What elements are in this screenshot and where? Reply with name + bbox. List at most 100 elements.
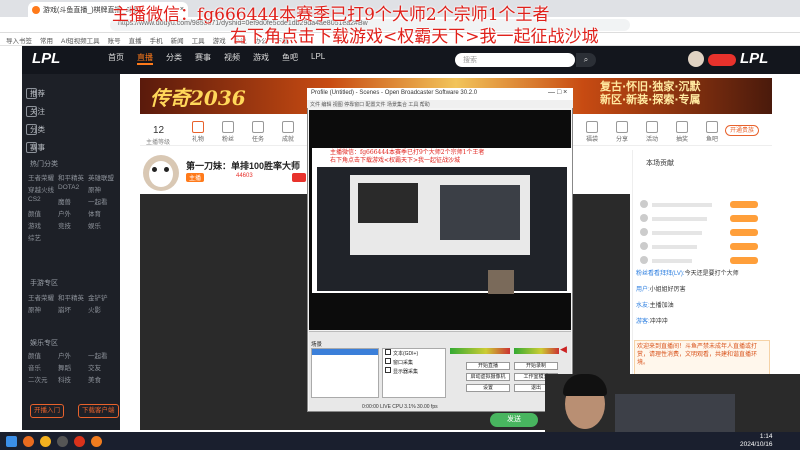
app-taskbar-icon[interactable] bbox=[91, 435, 102, 447]
sidebar-category-link[interactable]: 颜值 bbox=[28, 208, 41, 218]
sidebar-category-link[interactable]: 科技 bbox=[58, 374, 71, 384]
chat-username[interactable]: 游客: bbox=[636, 319, 650, 325]
sidebar-category-link[interactable]: 穿越火线 bbox=[28, 184, 54, 194]
douyu-taskbar-icon[interactable] bbox=[40, 435, 51, 447]
chat-username[interactable]: 水友: bbox=[636, 303, 650, 309]
chat-username[interactable]: 用户: bbox=[636, 287, 650, 293]
sidebar-category-link[interactable]: 颜值 bbox=[28, 350, 41, 360]
gift-item[interactable]: 活动 bbox=[640, 121, 664, 143]
obs-overlay-line-2: 右下角点击下载游戏<权霸天下>我一起征战沙城 bbox=[330, 157, 461, 164]
sidebar-category-link[interactable]: 王者荣耀 bbox=[28, 292, 54, 302]
webcam-overlay bbox=[545, 374, 800, 436]
sidebar-category-link[interactable]: 一起看 bbox=[88, 350, 108, 360]
sidebar-category-link[interactable]: DOTA2 bbox=[58, 184, 79, 191]
bookmark-item[interactable]: AI短视频工具 bbox=[61, 35, 100, 45]
nav-item[interactable]: 赛事 bbox=[195, 52, 211, 65]
sidebar-category-link[interactable]: 美食 bbox=[88, 374, 101, 384]
chat-username[interactable]: 粉丝看看拜拜(LV): bbox=[636, 271, 685, 277]
sidebar-category-link[interactable]: 崩坏 bbox=[58, 304, 71, 314]
bookmark-item[interactable]: 直播 bbox=[129, 35, 142, 45]
send-button[interactable]: 发送 bbox=[490, 413, 538, 427]
nav-item[interactable]: LPL bbox=[311, 52, 325, 65]
open-app-button[interactable] bbox=[708, 54, 736, 66]
bookmark-item[interactable]: 账号 bbox=[108, 35, 121, 45]
nav-item[interactable]: 视频 bbox=[224, 52, 240, 65]
streamer-avatar[interactable] bbox=[143, 155, 179, 191]
sidebar-category-link[interactable]: 综艺 bbox=[28, 232, 41, 242]
obs-menu[interactable]: 文件 编辑 视图 停靠窗口 配置文件 场景集合 工具 帮助 bbox=[307, 100, 573, 108]
sidebar-category-link[interactable]: 王者荣耀 bbox=[28, 172, 54, 182]
sidebar-category-link[interactable]: 交友 bbox=[88, 362, 101, 372]
gift-item[interactable]: 任务 bbox=[246, 121, 270, 143]
checkbox-icon[interactable] bbox=[385, 349, 391, 355]
download-client-button[interactable]: 下载客户端 bbox=[78, 404, 119, 418]
obs-source-item[interactable]: 窗口采集 bbox=[383, 358, 445, 367]
sidebar-category-link[interactable]: 舞蹈 bbox=[58, 362, 71, 372]
bookmark-item[interactable]: 导入书签 bbox=[6, 35, 32, 45]
sidebar-category-link[interactable]: 二次元 bbox=[28, 374, 48, 384]
gift-icon bbox=[252, 121, 264, 133]
sidebar-category-link[interactable]: 和平精英 bbox=[58, 172, 84, 182]
checkbox-icon[interactable] bbox=[385, 367, 391, 373]
sidebar-category-link[interactable]: 原神 bbox=[28, 304, 41, 314]
obs-taskbar-icon[interactable] bbox=[57, 435, 68, 447]
user-avatar[interactable] bbox=[688, 51, 704, 67]
obs-control-button[interactable]: 启动虚拟摄像机 bbox=[466, 373, 510, 381]
obs-audio-mixer[interactable]: ◀ bbox=[450, 344, 567, 356]
gift-item[interactable]: 成就 bbox=[276, 121, 300, 143]
nav-item[interactable]: 分类 bbox=[166, 52, 182, 65]
sidebar-category-link[interactable]: 一起看 bbox=[88, 196, 108, 206]
obs-control-button[interactable]: 开始录制 bbox=[514, 362, 558, 370]
sidebar-category-link[interactable]: 魔兽 bbox=[58, 196, 71, 206]
sidebar-category-link[interactable]: 音乐 bbox=[28, 362, 41, 372]
obs-source-item[interactable]: 文本(GDI+) bbox=[383, 349, 445, 358]
gift-item[interactable]: 抽奖 bbox=[670, 121, 694, 143]
sidebar-category-link[interactable]: CS2 bbox=[28, 196, 41, 203]
search-input[interactable]: 搜索 bbox=[455, 53, 575, 67]
open-noble-button[interactable]: 开通贵族 bbox=[725, 125, 760, 136]
bookmark-item[interactable]: 手机 bbox=[150, 35, 163, 45]
gift-item[interactable]: 福袋 bbox=[580, 121, 604, 143]
gift-item[interactable]: 鱼吧 bbox=[700, 121, 724, 143]
chat-text: 主播加油 bbox=[649, 303, 674, 309]
obs-sources-list[interactable]: 文本(GDI+) 窗口采集 显示器采集 bbox=[382, 348, 446, 398]
checkbox-icon[interactable] bbox=[385, 358, 391, 364]
obs-source-item[interactable]: 显示器采集 bbox=[383, 367, 445, 376]
nav-item[interactable]: 鱼吧 bbox=[282, 52, 298, 65]
sidebar-category-link[interactable]: 娱乐 bbox=[88, 220, 101, 230]
site-logo[interactable]: LPL bbox=[32, 50, 102, 70]
follow-button[interactable] bbox=[292, 173, 306, 182]
bookmark-item[interactable]: 常用 bbox=[40, 35, 53, 45]
obs-control-button[interactable]: 设置 bbox=[466, 384, 510, 392]
browser-taskbar-icon[interactable] bbox=[23, 435, 34, 447]
sidebar-category-link[interactable]: 英雄联盟 bbox=[88, 172, 114, 182]
sidebar-category-link[interactable]: 体育 bbox=[88, 208, 101, 218]
obs-scene-list[interactable] bbox=[311, 348, 379, 398]
sidebar-category-link[interactable]: 竞技 bbox=[58, 220, 71, 230]
sidebar-item-icon bbox=[26, 106, 37, 117]
contribution-rank-title[interactable]: 本场贡献 bbox=[646, 158, 674, 168]
gift-item[interactable]: 礼物 bbox=[186, 121, 210, 143]
obs-window-controls[interactable]: — □ × bbox=[548, 89, 567, 96]
go-live-button[interactable]: 开播入门 bbox=[30, 404, 64, 418]
sidebar-category-link[interactable]: 户外 bbox=[58, 208, 71, 218]
gift-item[interactable]: 粉丝 bbox=[216, 121, 240, 143]
bookmark-item[interactable]: 新闻 bbox=[171, 35, 184, 45]
sidebar-category-link[interactable]: 金铲铲 bbox=[88, 292, 108, 302]
sidebar-category-link[interactable]: 和平精英 bbox=[58, 292, 84, 302]
nav-item[interactable]: 首页 bbox=[108, 52, 124, 65]
sidebar-category-link[interactable]: 火影 bbox=[88, 304, 101, 314]
gift-item[interactable]: 分享 bbox=[610, 121, 634, 143]
start-icon[interactable] bbox=[6, 435, 17, 447]
bookmark-item[interactable]: 工具 bbox=[192, 35, 205, 45]
search-icon[interactable]: ⌕ bbox=[576, 53, 596, 67]
game-taskbar-icon[interactable] bbox=[74, 435, 85, 447]
nav-item[interactable]: 直播 bbox=[137, 52, 153, 65]
bookmark-item[interactable]: 游戏 bbox=[213, 35, 226, 45]
sidebar-category-link[interactable]: 游戏 bbox=[28, 220, 41, 230]
obs-control-button[interactable]: 开始直播 bbox=[466, 362, 510, 370]
sidebar-category-link[interactable]: 原神 bbox=[88, 184, 101, 194]
sidebar-category-link[interactable]: 户外 bbox=[58, 350, 71, 360]
nav-item[interactable]: 游戏 bbox=[253, 52, 269, 65]
speaker-icon[interactable]: ◀ bbox=[560, 344, 567, 355]
